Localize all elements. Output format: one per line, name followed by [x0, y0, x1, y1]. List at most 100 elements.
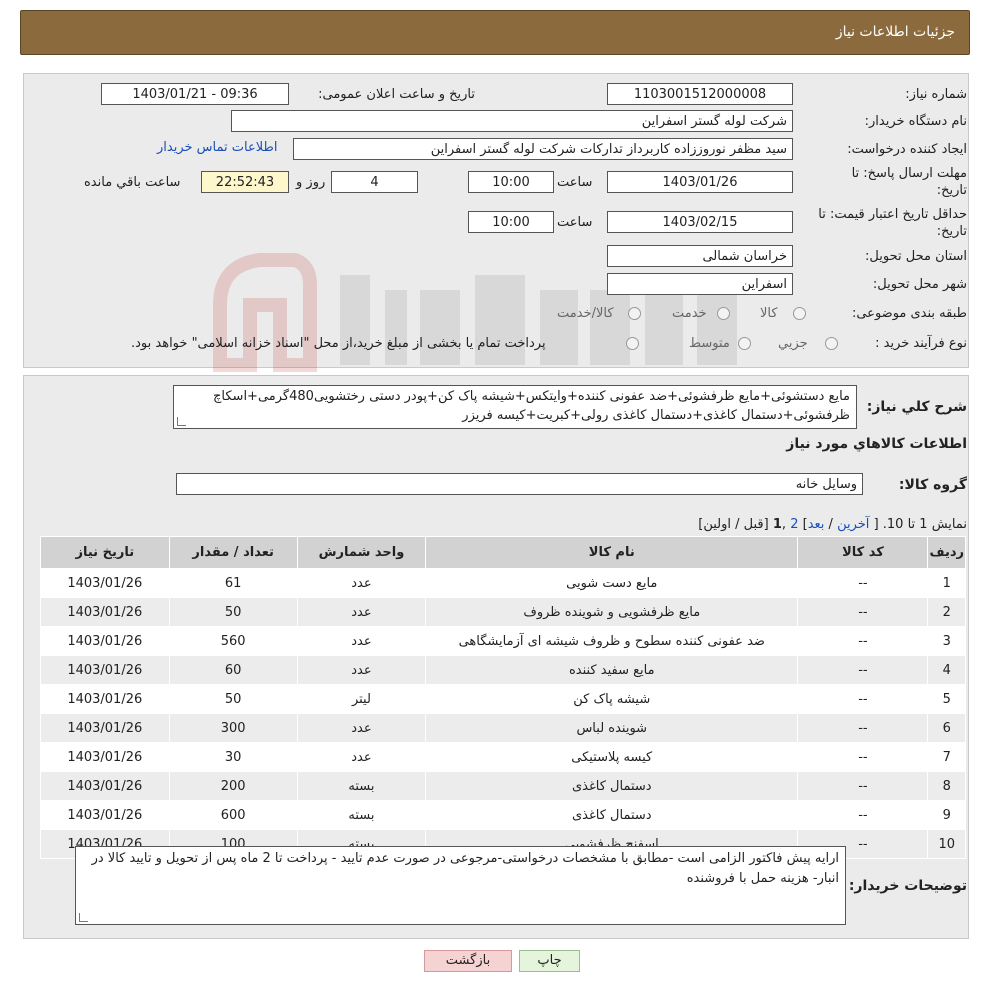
- deadline-time-label: ساعت: [557, 175, 593, 190]
- quantity-cell: 50: [168, 597, 298, 627]
- deadline-label-date: تاریخ:: [936, 183, 967, 198]
- unit-cell: لیتر: [296, 684, 427, 714]
- page-header: جزئیات اطلاعات نیاز: [20, 10, 970, 55]
- goods-name-cell: مایع دست شویی: [425, 568, 799, 598]
- description-textarea: مایع دستشوئی+مایع ظرفشوئی+ضد عفونی کننده…: [173, 385, 857, 429]
- pager-comma: ,: [781, 517, 787, 532]
- table-row: 7 -- کیسه پلاستیکی عدد 30 1403/01/26: [40, 742, 966, 772]
- quantity-cell: 50: [168, 684, 298, 714]
- pager-prefix: نمایش 1 تا 10. [: [873, 517, 967, 532]
- need-date-cell: 1403/01/26: [40, 597, 170, 627]
- row-number-cell: 8: [927, 771, 966, 801]
- col-goods-name: نام کالا: [425, 536, 799, 569]
- row-number-cell: 1: [927, 568, 966, 598]
- goods-group-field: وسایل خانه: [176, 473, 863, 495]
- need-date-cell: 1403/01/26: [40, 800, 170, 830]
- print-button[interactable]: چاپ: [519, 950, 580, 972]
- table-row: 1 -- مایع دست شویی عدد 61 1403/01/26: [40, 568, 966, 598]
- pager-last-link[interactable]: آخرین: [837, 517, 869, 532]
- days-remaining-field: 4: [331, 171, 418, 193]
- table-row: 5 -- شیشه پاک کن لیتر 50 1403/01/26: [40, 684, 966, 714]
- goods-code-cell: --: [797, 626, 929, 656]
- buyer-name-field: شرکت لوله گستر اسفراین: [231, 110, 793, 132]
- province-label: استان محل تحویل:: [865, 249, 967, 264]
- days-label: روز و: [296, 175, 326, 190]
- process-label: نوع فرآیند خرید :: [875, 336, 967, 351]
- pager-current-page: 1: [772, 517, 782, 532]
- buyer-notes-textarea: ارایه پیش فاکتور الزامی است -مطابق با مش…: [75, 846, 846, 925]
- category-goods-radio[interactable]: [793, 307, 806, 320]
- validity-label: حداقل تاریخ اعتبار قیمت: تا: [818, 207, 967, 222]
- category-service-radio[interactable]: [717, 307, 730, 320]
- unit-cell: عدد: [296, 655, 427, 685]
- treasury-payment-radio[interactable]: [626, 337, 639, 350]
- pager: نمایش 1 تا 10. [ آخرین / بعد] 2 ,1 [قبل …: [698, 517, 967, 532]
- pager-page-2-link[interactable]: 2: [790, 517, 798, 532]
- announce-label: تاریخ و ساعت اعلان عمومی:: [318, 87, 475, 102]
- quantity-cell: 560: [168, 626, 298, 656]
- process-medium-radio[interactable]: [738, 337, 751, 350]
- province-field: خراسان شمالی: [607, 245, 793, 267]
- row-number-cell: 10: [927, 829, 966, 859]
- row-number-cell: 9: [927, 800, 966, 830]
- goods-name-cell: کیسه پلاستیکی: [425, 742, 799, 772]
- goods-section-title: اطلاعات کالاهاي مورد نياز: [786, 436, 967, 452]
- pager-prev-first: [قبل / اولین]: [698, 517, 769, 532]
- row-number-cell: 5: [927, 684, 966, 714]
- unit-cell: عدد: [296, 597, 427, 627]
- table-row: 9 -- دستمال کاغذی بسته 600 1403/01/26: [40, 800, 966, 830]
- goods-code-cell: --: [797, 713, 929, 743]
- resize-handle-icon[interactable]: [177, 417, 186, 426]
- description-label: شرح کلي نياز:: [866, 399, 967, 415]
- table-row: 6 -- شوینده لباس عدد 300 1403/01/26: [40, 713, 966, 743]
- goods-code-cell: --: [797, 742, 929, 772]
- page-title: جزئیات اطلاعات نیاز: [835, 24, 955, 40]
- row-number-cell: 7: [927, 742, 966, 772]
- category-label: طبقه بندی موضوعی:: [851, 306, 967, 321]
- need-number-label: شماره نیاز:: [905, 87, 967, 102]
- remaining-time-label: ساعت باقي مانده: [84, 175, 181, 190]
- pager-separator: /: [828, 517, 833, 532]
- quantity-cell: 200: [168, 771, 298, 801]
- treasury-payment-note: پرداخت تمام یا بخشی از مبلغ خرید،از محل …: [131, 336, 546, 351]
- goods-name-cell: ضد عفونی کننده سطوح و ظروف شیشه ای آزمای…: [425, 626, 799, 656]
- process-minor-label: جزيي: [778, 336, 808, 351]
- validity-time-label: ساعت: [557, 215, 593, 230]
- row-number-cell: 6: [927, 713, 966, 743]
- goods-name-cell: مایع سفید کننده: [425, 655, 799, 685]
- buyer-notes-text: ارایه پیش فاکتور الزامی است -مطابق با مش…: [91, 851, 839, 886]
- validity-date-field: 1403/02/15: [607, 211, 793, 233]
- category-goods-service-radio[interactable]: [628, 307, 641, 320]
- process-minor-radio[interactable]: [825, 337, 838, 350]
- quantity-cell: 61: [168, 568, 298, 598]
- table-row: 2 -- مایع ظرفشویی و شوینده ظروف عدد 50 1403/0…: [40, 597, 966, 627]
- back-button[interactable]: بازگشت: [424, 950, 512, 972]
- quantity-cell: 60: [168, 655, 298, 685]
- unit-cell: عدد: [296, 568, 427, 598]
- category-service-label: خدمت: [672, 306, 707, 321]
- deadline-date-field: 1403/01/26: [607, 171, 793, 193]
- category-goods-label: كالا: [760, 306, 778, 321]
- row-number-cell: 4: [927, 655, 966, 685]
- unit-cell: بسته: [296, 800, 427, 830]
- col-unit: واحد شمارش: [296, 536, 427, 569]
- row-number-cell: 3: [927, 626, 966, 656]
- col-row-number: رديف: [927, 536, 966, 569]
- category-goods-service-label: كالا/خدمت: [557, 306, 614, 321]
- need-date-cell: 1403/01/26: [40, 713, 170, 743]
- resize-handle-icon[interactable]: [79, 913, 88, 922]
- goods-code-cell: --: [797, 655, 929, 685]
- creator-label: ایجاد کننده درخواست:: [847, 142, 967, 157]
- need-number-field: 1103001512000008: [607, 83, 793, 105]
- city-label: شهر محل تحویل:: [872, 277, 967, 292]
- unit-cell: عدد: [296, 626, 427, 656]
- validity-time-field: 10:00: [468, 211, 554, 233]
- pager-next-link[interactable]: بعد: [808, 517, 825, 532]
- process-medium-label: متوسط: [689, 336, 730, 351]
- need-date-cell: 1403/01/26: [40, 568, 170, 598]
- buyer-label: نام دستگاه خریدار:: [864, 114, 967, 129]
- goods-group-label: گروه کالا:: [898, 477, 967, 493]
- goods-code-cell: --: [797, 771, 929, 801]
- buyer-contact-link[interactable]: اطلاعات تماس خریدار: [157, 140, 277, 155]
- quantity-cell: 300: [168, 713, 298, 743]
